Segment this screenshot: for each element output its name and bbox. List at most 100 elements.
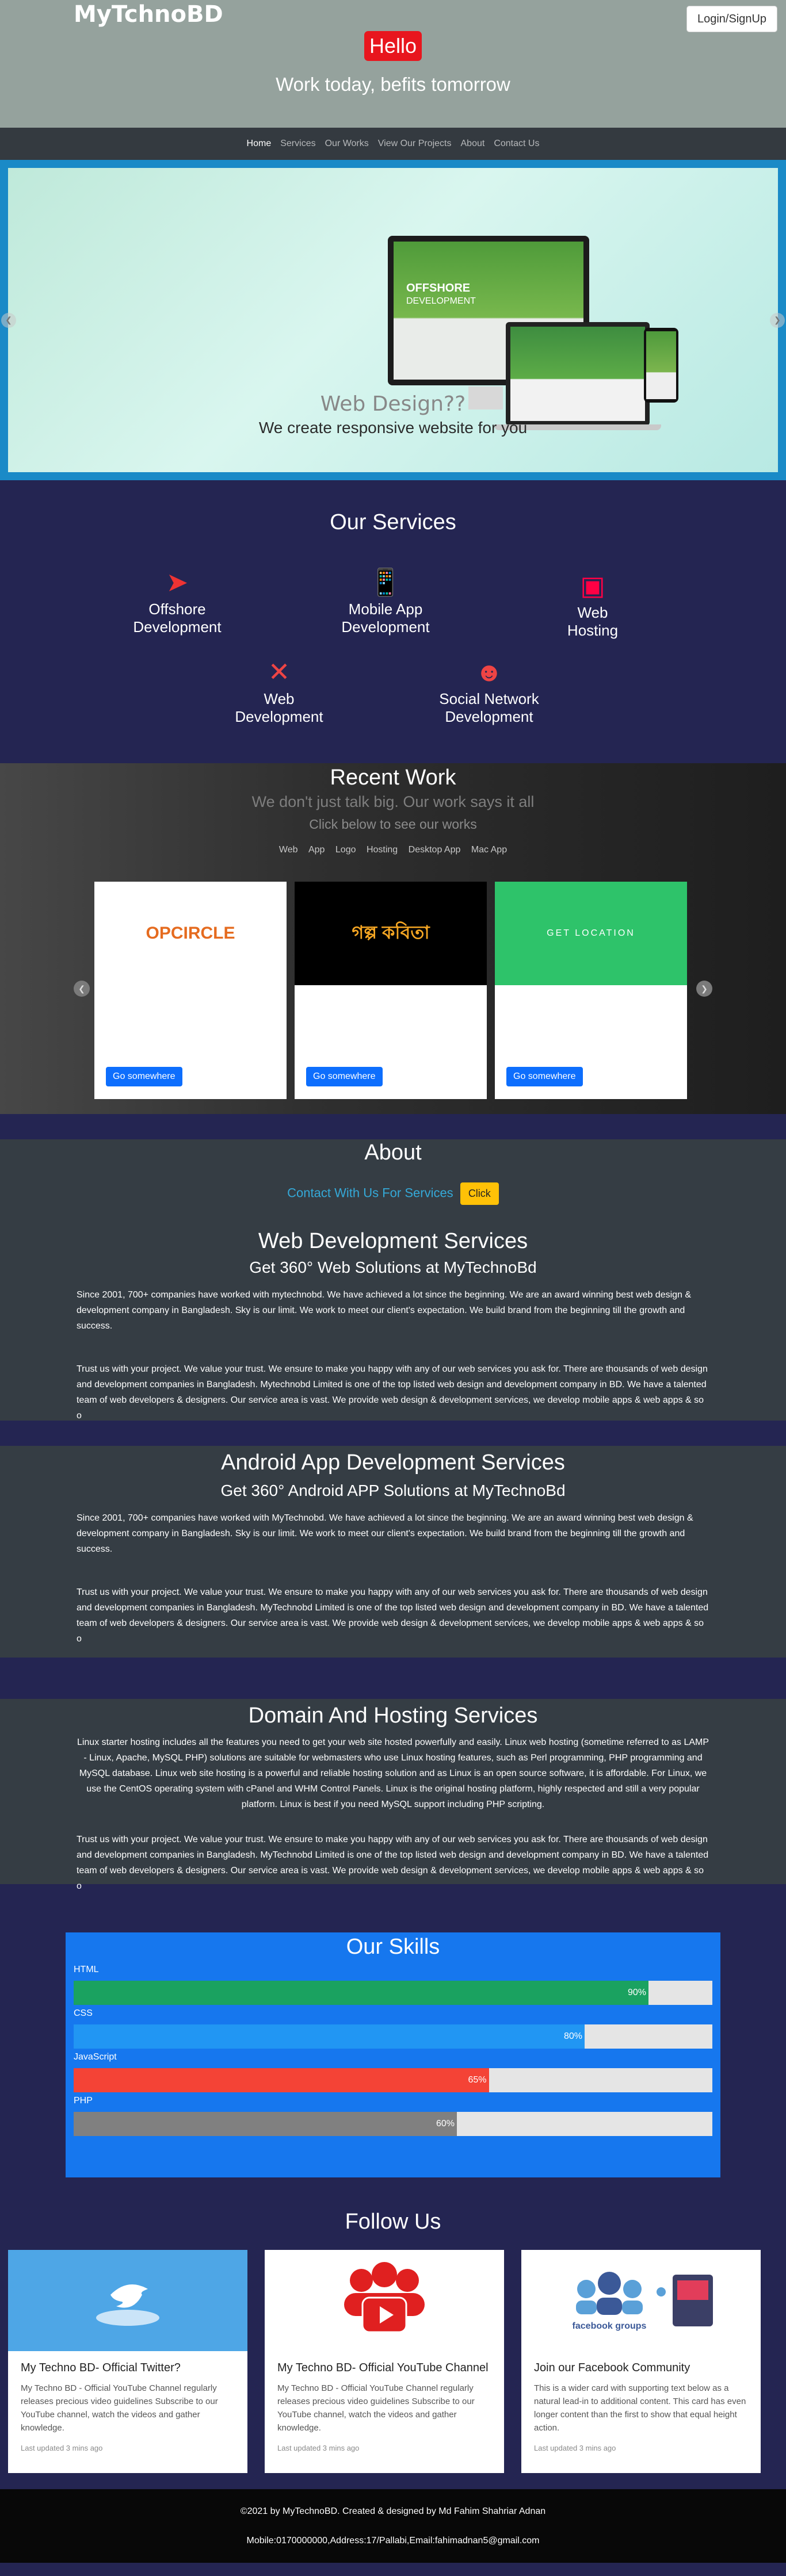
recent-work-subtitle2: Click below to see our works (309, 817, 477, 832)
skills-follow-section: Our Skills HTML 90% CSS 80% JavaScript 6… (0, 1884, 786, 2489)
brand-logo[interactable]: MyTchnoBD (74, 1, 223, 28)
youtube-card-title: My Techno BD- Official YouTube Channel (277, 2361, 489, 2374)
carousel-title: Web Design?? (320, 392, 466, 416)
skill-fill-php: 60% (74, 2112, 457, 2136)
phone-image (644, 328, 678, 403)
footer-contact: Mobile:0170000000,Address:17/Pallabi,Ema… (246, 2536, 540, 2546)
youtube-card-updated: Last updated 3 mins ago (277, 2444, 360, 2452)
skills-title: Our Skills (346, 1935, 440, 1959)
youtube-card[interactable]: My Techno BD- Official YouTube Channel M… (265, 2250, 504, 2473)
click-button[interactable]: Click (460, 1182, 499, 1205)
about-section: About Contact With Us For Services Click… (0, 1139, 786, 1421)
work-filters: Web App Logo Hosting Desktop App Mac App (0, 845, 786, 855)
carousel-prev-icon[interactable]: ❮ (1, 312, 16, 328)
login-signup-button[interactable]: Login/SignUp (686, 6, 777, 32)
facebook-groups-icon: facebook groups (521, 2250, 761, 2351)
recent-work-section: Recent Work We don't just talk big. Our … (0, 763, 786, 1114)
service-offshore[interactable]: ➤ Offshore Development (125, 567, 229, 637)
skill-bar-php: 60% (74, 2112, 712, 2136)
carousel-subtitle: We create responsive website for you (258, 419, 528, 437)
android-section: Android App Development Services Get 360… (0, 1446, 786, 1658)
hero-carousel: OFFSHORE DEVELOPMENT Web Design?? We cre… (0, 160, 786, 480)
service-web-development[interactable]: ✕ Web Development (224, 656, 334, 726)
web-hosting-icon: ▣ (580, 571, 605, 600)
service-social-network[interactable]: ☻ Social Network Development (426, 656, 552, 726)
filter-web[interactable]: Web (279, 845, 298, 855)
facebook-card-updated: Last updated 3 mins ago (534, 2444, 616, 2452)
filter-hosting[interactable]: Hosting (367, 845, 398, 855)
twitter-card-title: My Techno BD- Official Twitter? (21, 2361, 181, 2374)
twitter-card[interactable]: My Techno BD- Official Twitter? My Techn… (8, 2250, 247, 2473)
android-title: Android App Development Services (221, 1450, 565, 1475)
paper-plane-icon: ➤ (166, 567, 189, 597)
services-section: Our Services ➤ Offshore Development 📱 Mo… (0, 480, 786, 763)
nav-our-works[interactable]: Our Works (320, 139, 373, 149)
hosting-title: Domain And Hosting Services (248, 1704, 538, 1728)
web-dev-subtitle: Get 360° Web Solutions at MyTechnoBd (249, 1258, 537, 1276)
nav-contact[interactable]: Contact Us (489, 139, 544, 149)
follow-title: Follow Us (345, 2210, 441, 2234)
twitter-card-text: My Techno BD - Official YouTube Channel … (21, 2383, 218, 2433)
web-development-icon: ✕ (268, 657, 291, 687)
work-cards: OPCIRCLE Go somewhere গল্প কবিতা Go some… (94, 882, 687, 1099)
carousel-next-icon[interactable]: ❯ (770, 312, 785, 328)
youtube-card-text: My Techno BD - Official YouTube Channel … (277, 2383, 475, 2433)
youtube-icon (265, 2250, 504, 2351)
recent-work-subtitle: We don't just talk big. Our work says it… (251, 793, 535, 810)
android-subtitle: Get 360° Android APP Solutions at MyTech… (220, 1482, 566, 1499)
skill-bar-javascript: 65% (74, 2068, 712, 2092)
skill-label-css: CSS (74, 2008, 93, 2018)
tagline: Work today, befits tomorrow (276, 74, 510, 95)
twitter-icon (8, 2250, 247, 2351)
filter-mac-app[interactable]: Mac App (471, 845, 507, 855)
service-mobile-app[interactable]: 📱 Mobile App Development (331, 567, 440, 637)
follow-cards: My Techno BD- Official Twitter? My Techn… (8, 2250, 761, 2473)
footer-credit: ©2021 by MyTechnoBD. Created & designed … (240, 2506, 546, 2516)
go-somewhere-button[interactable]: Go somewhere (506, 1067, 583, 1086)
android-paragraph-2: Trust us with your project. We value you… (77, 1587, 709, 1644)
go-somewhere-button[interactable]: Go somewhere (306, 1067, 383, 1086)
skill-label-php: PHP (74, 2096, 93, 2106)
nav-view-projects[interactable]: View Our Projects (373, 139, 456, 149)
web-dev-paragraph-2: Trust us with your project. We value you… (77, 1364, 708, 1421)
work-card: GET LOCATION Go somewhere (495, 882, 687, 1099)
android-paragraph-1: Since 2001, 700+ companies have worked w… (77, 1513, 693, 1554)
service-web-hosting[interactable]: ▣ Web Hosting (561, 570, 624, 640)
skill-label-html: HTML (74, 1965, 99, 1974)
filter-app[interactable]: App (308, 845, 325, 855)
hello-badge: Hello (364, 31, 422, 61)
skill-bar-html: 90% (74, 1981, 712, 2005)
skill-bar-css: 80% (74, 2024, 712, 2049)
hosting-section: Domain And Hosting Services Linux starte… (0, 1699, 786, 1891)
nav-services[interactable]: Services (276, 139, 320, 149)
skill-label-javascript: JavaScript (74, 2052, 117, 2062)
site-header: MyTchnoBD Login/SignUp Hello Work today,… (0, 0, 786, 128)
recent-work-title: Recent Work (330, 765, 456, 790)
work-next-icon[interactable]: ❯ (696, 981, 712, 997)
screen-headline: OFFSHORE (406, 282, 471, 294)
contact-row: Contact With Us For Services Click (0, 1182, 786, 1205)
hosting-paragraph-1: Linux starter hosting includes all the f… (77, 1737, 709, 1809)
facebook-card-text: This is a wider card with supporting tex… (534, 2383, 746, 2433)
opcircle-logo: OPCIRCLE (94, 882, 287, 985)
mobile-hand-icon: 📱 (369, 567, 402, 597)
nav-about[interactable]: About (456, 139, 490, 149)
work-prev-icon[interactable]: ❮ (74, 981, 90, 997)
facebook-card[interactable]: facebook groups Join our Facebook Commun… (521, 2250, 761, 2473)
skill-fill-javascript: 65% (74, 2068, 489, 2092)
work-card: গল্প কবিতা Go somewhere (295, 882, 487, 1099)
go-somewhere-button[interactable]: Go somewhere (106, 1067, 182, 1086)
carousel-slide: OFFSHORE DEVELOPMENT Web Design?? We cre… (8, 168, 778, 472)
work-card: OPCIRCLE Go somewhere (94, 882, 287, 1099)
skill-fill-html: 90% (74, 1981, 648, 2005)
filter-desktop-app[interactable]: Desktop App (409, 845, 461, 855)
skill-fill-css: 80% (74, 2024, 585, 2049)
get-location-logo: GET LOCATION (495, 882, 687, 985)
filter-logo[interactable]: Logo (335, 845, 356, 855)
contact-text: Contact With Us For Services (287, 1185, 453, 1200)
nav-home[interactable]: Home (242, 139, 276, 149)
social-network-icon: ☻ (475, 657, 503, 687)
twitter-card-updated: Last updated 3 mins ago (21, 2444, 103, 2452)
svg-text:facebook groups: facebook groups (573, 2321, 647, 2331)
services-title: Our Services (330, 510, 456, 534)
